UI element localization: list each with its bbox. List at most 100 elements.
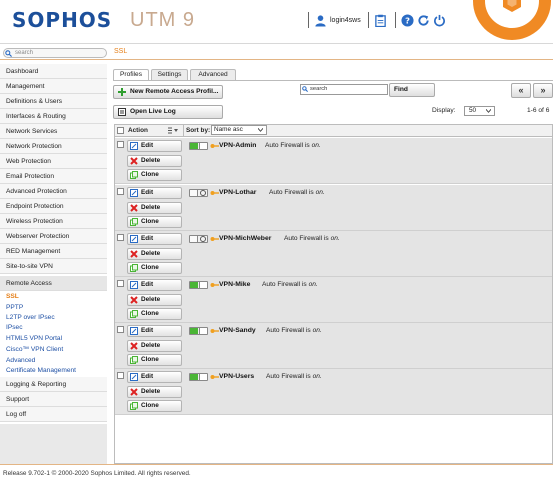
sidebar-item-management[interactable]: Management (0, 79, 107, 94)
row-checkbox[interactable] (117, 141, 124, 148)
new-profile-button[interactable]: New Remote Access Profil... (113, 85, 223, 99)
svg-text:?: ? (405, 15, 410, 25)
tab-advanced[interactable]: Advanced (190, 69, 236, 80)
clone-button[interactable]: Clone (127, 216, 182, 228)
sidebar-item-remote-access[interactable]: Remote Access (0, 276, 107, 291)
next-page-button[interactable]: » (533, 83, 553, 98)
power-icon[interactable] (433, 14, 446, 27)
sidebar-item-definitions-users[interactable]: Definitions & Users (0, 94, 107, 109)
table-row: Edit Delete Clone VPN-Admin Auto Firewal… (115, 138, 552, 184)
sidebar-item-dashboard[interactable]: Dashboard (0, 64, 107, 79)
display-value: 50 (469, 107, 477, 114)
enable-toggle[interactable] (189, 189, 208, 197)
edit-button[interactable]: Edit (127, 325, 182, 337)
sidebar-item-webserver-protection[interactable]: Webserver Protection (0, 229, 107, 244)
help-icon[interactable]: ? (401, 13, 414, 27)
clone-button[interactable]: Clone (127, 169, 182, 181)
sidebar-item-web-protection[interactable]: Web Protection (0, 154, 107, 169)
sidebar-item-log-off[interactable]: Log off (0, 407, 107, 422)
clone-button[interactable]: Clone (127, 308, 182, 320)
delete-button[interactable]: Delete (127, 340, 182, 352)
edit-label: Edit (141, 142, 154, 149)
copyright-text: Release 9.702-1 © 2000-2020 Sophos Limit… (3, 470, 191, 477)
edit-button[interactable]: Edit (127, 371, 182, 383)
column-menu-icon[interactable] (167, 127, 178, 134)
select-all-checkbox[interactable] (117, 127, 124, 134)
enable-toggle[interactable] (189, 373, 208, 381)
row-checkbox[interactable] (117, 188, 124, 195)
plus-icon (118, 88, 126, 96)
enable-toggle[interactable] (189, 281, 208, 289)
sidebar-item-network-protection[interactable]: Network Protection (0, 139, 107, 154)
sidebar-item-endpoint-protection[interactable]: Endpoint Protection (0, 199, 107, 214)
sidebar-sub-l2tp[interactable]: L2TP over IPsec (6, 313, 55, 322)
clone-button[interactable]: Clone (127, 354, 182, 366)
row-checkbox[interactable] (117, 326, 124, 333)
reload-icon[interactable] (417, 14, 430, 27)
sidebar-sub-ipsec[interactable]: IPsec (6, 323, 23, 332)
prev-page-button[interactable]: « (511, 83, 531, 98)
profile-name[interactable]: VPN-Admin (219, 142, 256, 149)
sidebar-item-support[interactable]: Support (0, 392, 107, 407)
clone-button[interactable]: Clone (127, 262, 182, 274)
sidebar-sub-pptp[interactable]: PPTP (6, 303, 23, 312)
sidebar-item-logging-reporting[interactable]: Logging & Reporting (0, 377, 107, 392)
delete-button[interactable]: Delete (127, 294, 182, 306)
clipboard-icon[interactable] (374, 14, 387, 27)
delete-button[interactable]: Delete (127, 202, 182, 214)
key-icon (210, 191, 219, 195)
sidebar-sub-certificate-management[interactable]: Certificate Management (6, 366, 76, 375)
delete-button[interactable]: Delete (127, 386, 182, 398)
display-select[interactable]: 50 (464, 106, 495, 116)
tab-settings[interactable]: Settings (151, 69, 188, 80)
row-checkbox[interactable] (117, 234, 124, 241)
clone-label: Clone (141, 264, 159, 271)
clone-icon (130, 218, 138, 226)
sidebar-sub-html5-vpn[interactable]: HTML5 VPN Portal (6, 334, 62, 343)
row-checkbox[interactable] (117, 372, 124, 379)
sort-select[interactable]: Name asc (211, 125, 267, 135)
delete-label: Delete (141, 296, 161, 303)
edit-button[interactable]: Edit (127, 233, 182, 245)
sidebar-item-network-services[interactable]: Network Services (0, 124, 107, 139)
edit-button[interactable]: Edit (127, 187, 182, 199)
sidebar-item-interfaces-routing[interactable]: Interfaces & Routing (0, 109, 107, 124)
clone-icon (130, 171, 138, 179)
sortby-label: Sort by: (186, 127, 211, 134)
edit-icon (130, 373, 138, 381)
row-checkbox[interactable] (117, 280, 124, 287)
sidebar-item-email-protection[interactable]: Email Protection (0, 169, 107, 184)
edit-button[interactable]: Edit (127, 140, 182, 152)
sidebar-item-advanced-protection[interactable]: Advanced Protection (0, 184, 107, 199)
firewall-prefix: Auto Firewall is (266, 373, 311, 380)
sidebar-sub-ssl[interactable]: SSL (6, 292, 19, 301)
sidebar-sub-advanced[interactable]: Advanced (6, 356, 35, 365)
profile-name[interactable]: VPN-Lothar (219, 189, 256, 196)
open-live-log-button[interactable]: Open Live Log (113, 105, 223, 119)
search-icon (302, 86, 308, 92)
new-profile-label: New Remote Access Profil... (130, 88, 219, 95)
enable-toggle[interactable] (189, 327, 208, 335)
enable-toggle[interactable] (189, 142, 208, 150)
user-icon[interactable] (314, 14, 327, 27)
nav-search-input[interactable]: search (3, 48, 107, 58)
sophos-logo: SOPHOS (12, 8, 113, 32)
profile-name[interactable]: VPN-Sandy (219, 327, 256, 334)
profile-name[interactable]: VPN-Mike (219, 281, 250, 288)
clone-button[interactable]: Clone (127, 400, 182, 412)
enable-toggle[interactable] (189, 235, 208, 243)
profile-search-input[interactable]: search (300, 84, 388, 95)
profile-name[interactable]: VPN-Users (219, 373, 254, 380)
edit-button[interactable]: Edit (127, 279, 182, 291)
sidebar-sub-cisco-vpn[interactable]: Cisco™ VPN Client (6, 345, 63, 354)
sidebar-item-red-management[interactable]: RED Management (0, 244, 107, 259)
log-icon (118, 108, 126, 116)
user-name[interactable]: login4sws (330, 17, 361, 24)
profile-name[interactable]: VPN-MichWeber (219, 235, 271, 242)
delete-button[interactable]: Delete (127, 155, 182, 167)
sidebar-item-wireless-protection[interactable]: Wireless Protection (0, 214, 107, 229)
find-button[interactable]: Find (389, 83, 435, 97)
delete-label: Delete (141, 388, 161, 395)
sidebar-item-site-to-site-vpn[interactable]: Site-to-site VPN (0, 259, 107, 274)
delete-button[interactable]: Delete (127, 248, 182, 260)
